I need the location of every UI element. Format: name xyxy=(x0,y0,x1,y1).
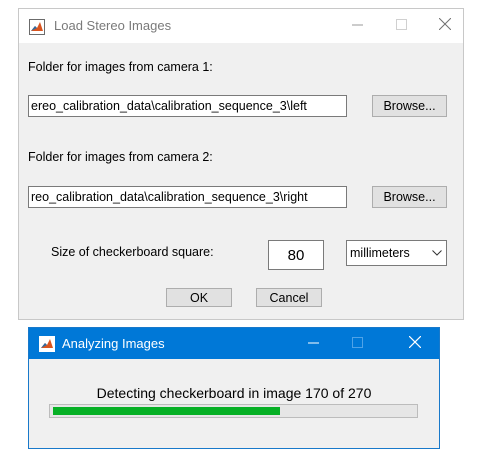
cancel-button[interactable]: Cancel xyxy=(256,288,322,307)
minimize-icon xyxy=(351,17,363,35)
progress-bar-fill xyxy=(53,407,280,415)
matlab-icon xyxy=(29,19,45,35)
camera1-browse-button[interactable]: Browse... xyxy=(372,95,447,117)
maximize-button[interactable] xyxy=(337,328,377,359)
load-stereo-images-dialog: Load Stereo Images Folder for images fro… xyxy=(18,8,464,320)
close-icon xyxy=(438,17,452,35)
camera1-label: Folder for images from camera 1: xyxy=(28,60,213,74)
titlebar: Load Stereo Images xyxy=(19,9,463,43)
matlab-icon xyxy=(39,336,55,352)
titlebar: Analyzing Images xyxy=(29,328,439,359)
chevron-down-icon xyxy=(428,241,446,265)
maximize-icon xyxy=(351,335,363,353)
maximize-icon xyxy=(395,17,407,35)
unit-select-value: millimeters xyxy=(350,246,410,260)
analyzing-images-dialog: Analyzing Images Detecting checkerboard … xyxy=(28,327,440,449)
camera2-label: Folder for images from camera 2: xyxy=(28,150,213,164)
square-size-input[interactable]: 80 xyxy=(268,240,324,270)
square-size-label: Size of checkerboard square: xyxy=(51,245,214,259)
camera2-folder-field[interactable]: reo_calibration_data\calibration_sequenc… xyxy=(28,186,347,208)
progress-status-text: Detecting checkerboard in image 170 of 2… xyxy=(96,385,372,401)
dialog-title: Load Stereo Images xyxy=(54,18,172,33)
close-button[interactable] xyxy=(425,9,465,43)
close-icon xyxy=(408,335,422,353)
camera1-folder-field[interactable]: ereo_calibration_data\calibration_sequen… xyxy=(28,95,347,117)
minimize-button[interactable] xyxy=(293,328,333,359)
close-button[interactable] xyxy=(395,328,435,359)
maximize-button[interactable] xyxy=(381,9,421,43)
ok-button[interactable]: OK xyxy=(166,288,232,307)
dialog-title: Analyzing Images xyxy=(62,336,165,351)
progress-bar xyxy=(49,404,418,418)
unit-select[interactable]: millimeters xyxy=(346,240,447,266)
minimize-icon xyxy=(307,335,319,353)
minimize-button[interactable] xyxy=(337,9,377,43)
camera2-browse-button[interactable]: Browse... xyxy=(372,186,447,208)
